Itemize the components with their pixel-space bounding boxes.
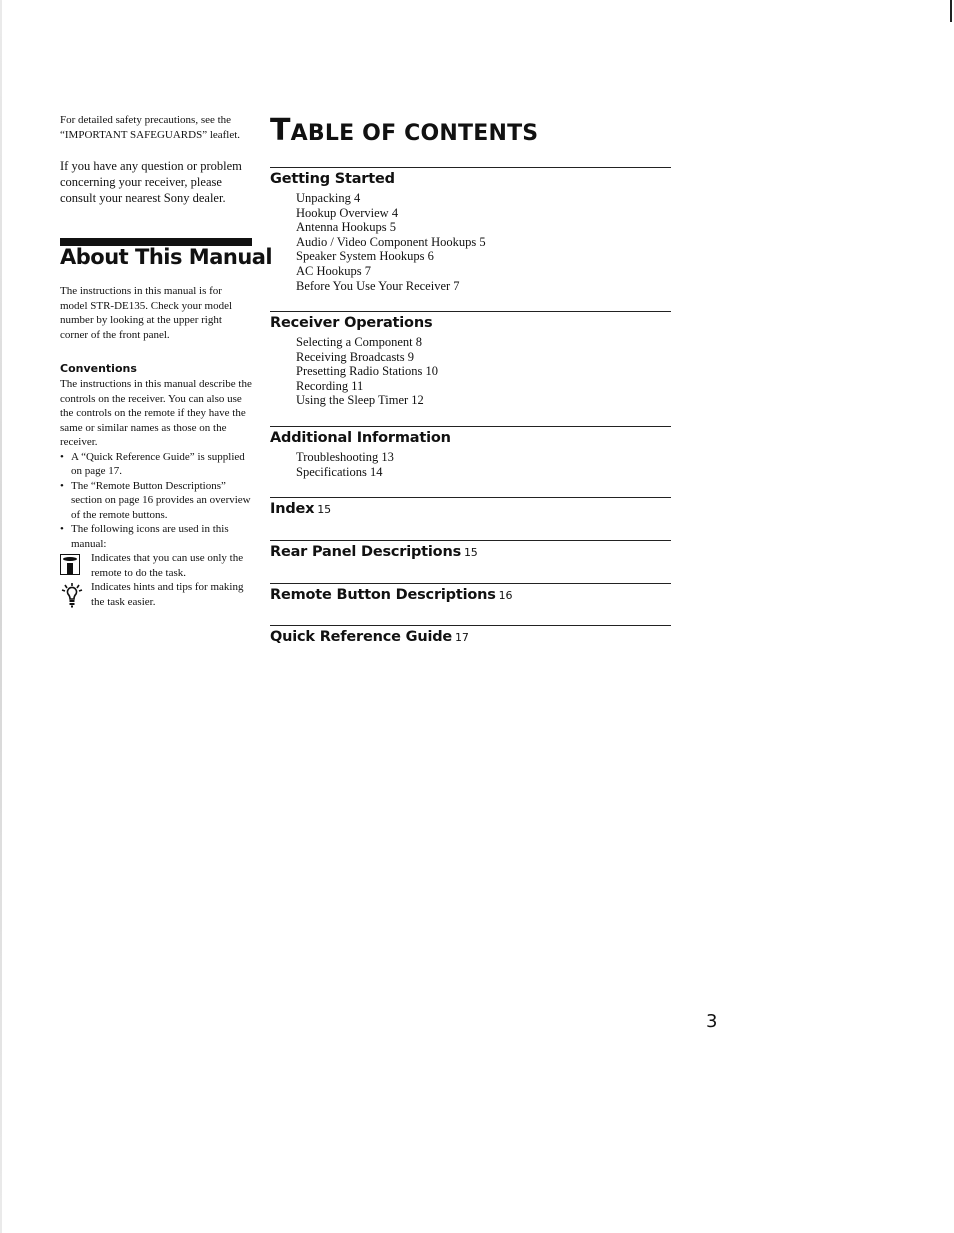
conventions-text: The instructions in this manual describe… bbox=[60, 378, 252, 448]
contact-note: If you have any question or problem conc… bbox=[60, 159, 242, 205]
list-item: The “Remote Button Descriptions” section… bbox=[60, 479, 254, 523]
toc-title-rest: ABLE OF CONTENTS bbox=[290, 121, 539, 146]
toc-item[interactable]: Specifications 14 bbox=[296, 465, 671, 480]
section-heading[interactable]: Getting Started bbox=[270, 171, 671, 187]
section-divider bbox=[270, 625, 671, 626]
toc-item[interactable]: Troubleshooting 13 bbox=[296, 450, 671, 465]
about-title: About This Manual bbox=[60, 245, 273, 269]
section-divider bbox=[270, 426, 671, 427]
toc-item[interactable]: Receiving Broadcasts 9 bbox=[296, 350, 671, 365]
icon-legend-hint: Indicates hints and tips for making the … bbox=[60, 580, 254, 609]
section-heading[interactable]: Remote Button Descriptions 16 bbox=[270, 587, 671, 603]
toc-item[interactable]: AC Hookups 7 bbox=[296, 264, 671, 279]
toc-items: Selecting a Component 8 Receiving Broadc… bbox=[296, 335, 671, 408]
toc-items: Unpacking 4 Hookup Overview 4 Antenna Ho… bbox=[296, 191, 671, 293]
toc-section-receiver-operations: Receiver Operations Selecting a Componen… bbox=[270, 311, 671, 408]
section-heading[interactable]: Additional Information bbox=[270, 430, 671, 446]
toc-section-index: Index 15 bbox=[270, 497, 671, 517]
toc-item[interactable]: Speaker System Hookups 6 bbox=[296, 249, 671, 264]
conventions-list: A “Quick Reference Guide” is supplied on… bbox=[60, 450, 254, 552]
toc-item[interactable]: Before You Use Your Receiver 7 bbox=[296, 279, 671, 294]
section-divider bbox=[270, 497, 671, 498]
toc-section-remote-buttons: Remote Button Descriptions 16 bbox=[270, 583, 671, 603]
toc-item[interactable]: Using the Sleep Timer 12 bbox=[296, 393, 671, 408]
toc-item[interactable]: Audio / Video Component Hookups 5 bbox=[296, 235, 671, 250]
icon-legend-text: Indicates hints and tips for making the … bbox=[91, 581, 244, 608]
section-heading[interactable]: Receiver Operations bbox=[270, 315, 671, 331]
section-divider bbox=[270, 540, 671, 541]
toc-section-quick-reference: Quick Reference Guide 17 bbox=[270, 625, 671, 645]
scan-edge-left bbox=[0, 0, 2, 1233]
toc-item[interactable]: Presetting Radio Stations 10 bbox=[296, 364, 671, 379]
toc-section-rear-panel: Rear Panel Descriptions 15 bbox=[270, 540, 671, 560]
section-heading[interactable]: Index 15 bbox=[270, 501, 671, 517]
icon-legend-text: Indicates that you can use only the remo… bbox=[91, 552, 244, 579]
toc-title-initial: T bbox=[270, 113, 291, 148]
about-body: The instructions in this manual is for m… bbox=[60, 285, 233, 341]
icon-legend-remote: Indicates that you can use only the remo… bbox=[60, 551, 254, 580]
toc-title: TABLE OF CONTENTS bbox=[270, 113, 538, 148]
toc-item[interactable]: Selecting a Component 8 bbox=[296, 335, 671, 350]
section-divider bbox=[270, 167, 671, 168]
section-divider bbox=[270, 583, 671, 584]
conventions-body: The instructions in this manual describe… bbox=[60, 377, 254, 609]
section-heading[interactable]: Quick Reference Guide 17 bbox=[270, 629, 671, 645]
section-heading[interactable]: Rear Panel Descriptions 15 bbox=[270, 544, 671, 560]
toc-section-getting-started: Getting Started Unpacking 4 Hookup Overv… bbox=[270, 167, 671, 293]
scan-edge-right bbox=[950, 0, 952, 22]
remote-icon bbox=[60, 554, 80, 575]
safety-note: For detailed safety precautions, see the… bbox=[60, 114, 241, 141]
section-divider bbox=[270, 311, 671, 312]
lightbulb-icon bbox=[61, 583, 83, 608]
toc-item[interactable]: Recording 11 bbox=[296, 379, 671, 394]
toc-section-additional-information: Additional Information Troubleshooting 1… bbox=[270, 426, 671, 479]
toc-item[interactable]: Antenna Hookups 5 bbox=[296, 220, 671, 235]
toc-item[interactable]: Hookup Overview 4 bbox=[296, 206, 671, 221]
list-item: A “Quick Reference Guide” is supplied on… bbox=[60, 450, 254, 479]
toc-items: Troubleshooting 13 Specifications 14 bbox=[296, 450, 671, 479]
intro-notes: For detailed safety precautions, see the… bbox=[60, 113, 252, 206]
list-item: The following icons are used in this man… bbox=[60, 522, 254, 551]
page-number: 3 bbox=[706, 1011, 718, 1032]
conventions-title: Conventions bbox=[60, 362, 137, 375]
toc-item[interactable]: Unpacking 4 bbox=[296, 191, 671, 206]
